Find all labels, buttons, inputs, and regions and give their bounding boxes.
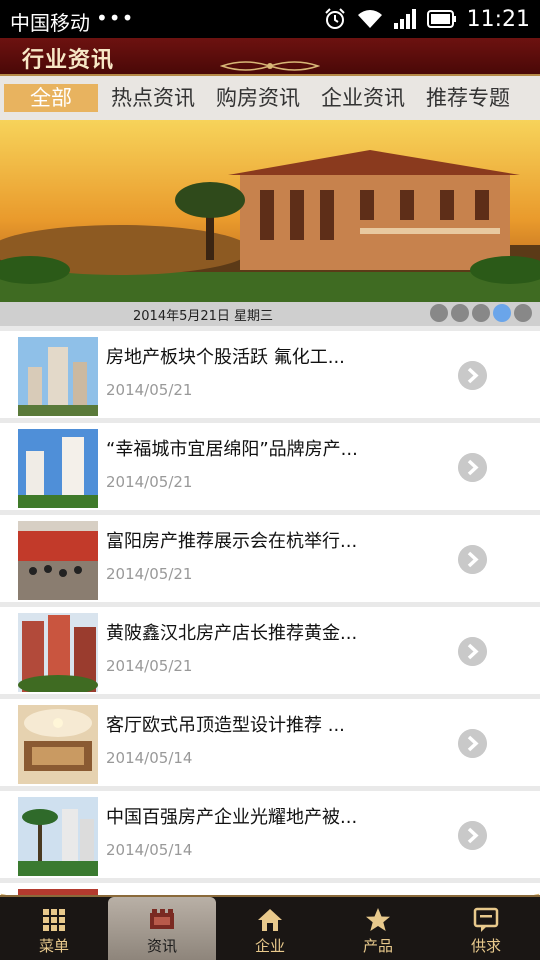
nav-label: 产品 xyxy=(362,937,393,955)
nav-label: 资讯 xyxy=(146,937,177,955)
news-thumbnail xyxy=(18,429,98,508)
news-thumbnail xyxy=(18,797,98,876)
banner-caption: 2014年5月21日 星期三 xyxy=(0,302,540,326)
pager-dot[interactable] xyxy=(430,304,448,322)
bottom-nav: 菜单 资讯 企业 产品 供求 xyxy=(0,895,540,960)
grid-icon xyxy=(43,909,65,931)
chevron-right-icon[interactable] xyxy=(458,453,487,482)
tab-buying-news[interactable]: 购房资讯 xyxy=(212,84,304,112)
tab-hot-news[interactable]: 热点资讯 xyxy=(107,84,199,112)
carrier-label: 中国移动 xyxy=(10,11,90,35)
nav-item-company[interactable]: 企业 xyxy=(216,897,324,960)
news-date: 2014/05/14 xyxy=(106,749,193,767)
status-bar: 中国移动 ••• 11:21 xyxy=(0,0,540,38)
nav-label: 菜单 xyxy=(38,937,69,955)
news-date: 2014/05/21 xyxy=(106,565,193,583)
news-date: 2014/05/21 xyxy=(106,381,193,399)
status-icons: 11:21 xyxy=(323,5,530,33)
star-icon xyxy=(366,908,390,931)
wifi-icon xyxy=(357,10,382,28)
banner-date: 2014年5月21日 星期三 xyxy=(133,309,274,324)
list-item-partial[interactable] xyxy=(0,883,540,895)
interior-thumb-image xyxy=(18,705,98,784)
category-tabs: 全部 热点资讯 购房资讯 企业资讯 推荐专题 xyxy=(0,76,540,120)
news-thumbnail xyxy=(18,337,98,416)
battery-icon xyxy=(426,10,456,28)
nav-item-news[interactable]: 资讯 xyxy=(108,897,216,960)
news-title: 富阳房产推荐展示会在杭举行... xyxy=(106,531,358,552)
news-title: “幸福城市宜居绵阳”品牌房产... xyxy=(106,439,358,460)
list-item[interactable]: 房地产板块个股活跃 氟化工... 2014/05/21 xyxy=(0,331,540,418)
alarm-icon xyxy=(324,8,345,29)
list-item[interactable]: 中国百强房产企业光耀地产被... 2014/05/14 xyxy=(0,791,540,878)
pager-dot[interactable] xyxy=(472,304,490,322)
pager-dot-active[interactable] xyxy=(493,304,511,322)
chevron-right-icon[interactable] xyxy=(458,545,487,574)
nav-item-menu[interactable]: 菜单 xyxy=(0,897,108,960)
pager-dot[interactable] xyxy=(514,304,532,322)
nav-item-supply-demand[interactable]: 供求 xyxy=(432,897,540,960)
villa-banner-image xyxy=(0,120,540,302)
news-date: 2014/05/14 xyxy=(106,841,193,859)
film-icon xyxy=(150,909,174,929)
chevron-right-icon[interactable] xyxy=(458,361,487,390)
apartments-thumb-image xyxy=(18,613,98,692)
chevron-right-icon[interactable] xyxy=(458,637,487,666)
tab-company-news[interactable]: 企业资讯 xyxy=(317,84,409,112)
nav-item-products[interactable]: 产品 xyxy=(324,897,432,960)
header-ornament-icon xyxy=(220,61,320,71)
news-date: 2014/05/21 xyxy=(106,657,193,675)
crowd-thumb-image xyxy=(18,521,98,600)
nav-label: 企业 xyxy=(254,937,285,955)
list-item[interactable]: 富阳房产推荐展示会在杭举行... 2014/05/21 xyxy=(0,515,540,602)
towers-thumb-image xyxy=(18,429,98,508)
chat-icon xyxy=(473,907,499,932)
clock: 11:21 xyxy=(466,6,530,32)
notification-dots: ••• xyxy=(96,6,135,30)
banner-carousel[interactable] xyxy=(0,120,540,302)
tab-featured-topics[interactable]: 推荐专题 xyxy=(422,84,514,112)
list-item[interactable]: 客厅欧式吊顶造型设计推荐 ... 2014/05/14 xyxy=(0,699,540,786)
news-title: 客厅欧式吊顶造型设计推荐 ... xyxy=(106,715,345,736)
news-title: 房地产板块个股活跃 氟化工... xyxy=(106,347,345,368)
pager-dot[interactable] xyxy=(451,304,469,322)
home-icon xyxy=(258,909,282,931)
towers-thumb-image xyxy=(18,337,98,416)
news-date: 2014/05/21 xyxy=(106,473,193,491)
list-item[interactable]: “幸福城市宜居绵阳”品牌房产... 2014/05/21 xyxy=(0,423,540,510)
news-thumbnail xyxy=(18,521,98,600)
signal-icon xyxy=(393,9,416,29)
list-item[interactable]: 黄陂鑫汉北房产店长推荐黄金... 2014/05/21 xyxy=(0,607,540,694)
news-title: 中国百强房产企业光耀地产被... xyxy=(106,807,358,828)
nav-label: 供求 xyxy=(470,937,501,955)
tab-all[interactable]: 全部 xyxy=(4,84,98,112)
chevron-right-icon[interactable] xyxy=(458,729,487,758)
news-thumbnail xyxy=(18,705,98,784)
news-title: 黄陂鑫汉北房产店长推荐黄金... xyxy=(106,623,358,644)
palm-towers-thumb-image xyxy=(18,797,98,876)
app-header: 行业资讯 xyxy=(0,38,540,76)
carousel-pager xyxy=(430,304,532,322)
news-thumbnail xyxy=(18,613,98,692)
chevron-right-icon[interactable] xyxy=(458,821,487,850)
page-title: 行业资讯 xyxy=(22,48,115,73)
